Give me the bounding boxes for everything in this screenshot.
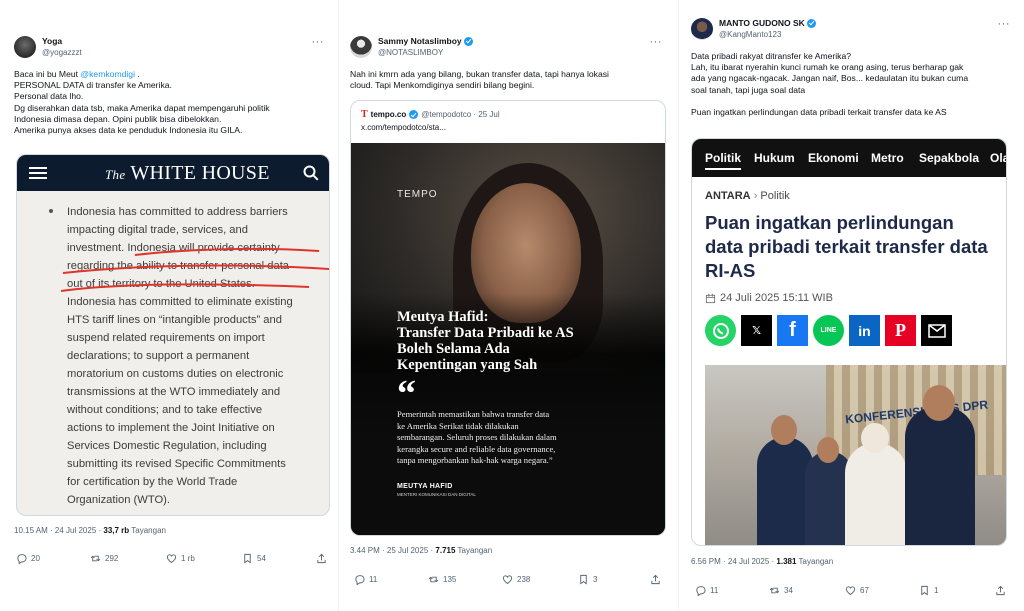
reply-icon bbox=[355, 575, 365, 585]
repost-icon bbox=[769, 587, 780, 594]
display-name[interactable]: Yoga bbox=[42, 36, 62, 46]
facebook-icon: f bbox=[777, 315, 808, 346]
speaker-role: MENTERI KOMUNIKASI DAN DIGITAL bbox=[397, 492, 476, 497]
share-button[interactable] bbox=[995, 585, 1006, 596]
bookmark-button[interactable]: 3 bbox=[578, 574, 597, 585]
image-headline: Meutya Hafid: Transfer Data Pribadi ke A… bbox=[397, 309, 574, 373]
reply-button[interactable]: 20 bbox=[16, 553, 40, 564]
view-count: 1.381 bbox=[776, 557, 797, 566]
image-quote-text: Pemerintah memastikan bahwa transfer dat… bbox=[397, 409, 557, 466]
nav-item-hukum: Hukum bbox=[754, 151, 795, 165]
tweet-actions: 11 34 67 1 bbox=[693, 585, 1014, 599]
press-conference-photo: KONFERENSI PERS DPR bbox=[705, 365, 1006, 545]
like-button[interactable]: 67 bbox=[845, 585, 869, 596]
whatsapp-icon bbox=[705, 315, 736, 346]
user-handle[interactable]: @KangManto123 bbox=[719, 30, 781, 39]
nav-item-ekonomi: Ekonomi bbox=[808, 151, 859, 165]
verified-badge-icon bbox=[409, 110, 419, 119]
nav-item-metro: Metro bbox=[871, 151, 904, 165]
reply-icon bbox=[17, 554, 27, 564]
tweet-yoga[interactable]: Yoga @yogazzzt ··· Baca ini bu Meut @kem… bbox=[0, 0, 338, 611]
quoted-tweet-link[interactable]: x.com/tempodotco/sta... bbox=[361, 123, 446, 132]
tweet-text: Data pribadi rakyat ditransfer ke Amerik… bbox=[691, 51, 969, 117]
share-icon bbox=[651, 574, 660, 585]
tweet-actions: 11 135 238 3 bbox=[352, 574, 666, 588]
reply-button[interactable]: 11 bbox=[354, 574, 377, 585]
red-underline-marks bbox=[60, 247, 329, 292]
attached-image-white-house[interactable]: The WHITE HOUSE Indonesia has committed … bbox=[16, 154, 330, 516]
quoted-tweet-header: T tempo.co @tempodotco · 25 Jul bbox=[361, 109, 500, 120]
linkedin-icon: in bbox=[849, 315, 880, 346]
user-handle[interactable]: @yogazzzt bbox=[42, 48, 82, 57]
mention-link[interactable]: @kemkomdigi bbox=[80, 69, 135, 79]
tempo-quote-image[interactable]: TEMPO Meutya Hafid: Transfer Data Pribad… bbox=[351, 143, 665, 535]
view-count: 7.715 bbox=[435, 546, 456, 555]
verified-badge-icon bbox=[463, 36, 473, 46]
avatar[interactable] bbox=[350, 36, 372, 58]
repost-icon bbox=[428, 576, 439, 583]
repost-button[interactable]: 135 bbox=[428, 574, 456, 585]
like-button[interactable]: 1 rb bbox=[166, 553, 195, 564]
antara-nav-bar: Politik Hukum Ekonomi Metro Sepakbola Ol… bbox=[692, 139, 1006, 177]
tweet-sammy[interactable]: Sammy Notaslimboy @NOTASLIMBOY ··· Nah i… bbox=[338, 0, 676, 611]
nav-item-politik: Politik bbox=[705, 151, 742, 170]
heart-icon bbox=[502, 575, 513, 584]
quote-mark-icon: “ bbox=[397, 373, 416, 415]
share-buttons: 𝕏 f LINE in P bbox=[705, 315, 952, 346]
repost-button[interactable]: 292 bbox=[90, 553, 118, 564]
quoted-tweet[interactable]: T tempo.co @tempodotco · 25 Jul x.com/te… bbox=[350, 100, 666, 536]
verified-badge-icon bbox=[806, 18, 816, 28]
display-name[interactable]: Sammy Notaslimboy bbox=[378, 36, 473, 46]
tweet-header: MANTO GUDONO SK @KangManto123 ··· bbox=[691, 18, 1014, 44]
like-button[interactable]: 238 bbox=[502, 574, 530, 585]
reply-button[interactable]: 11 bbox=[695, 585, 718, 596]
tweet-timestamp: 3.44 PM · 25 Jul 2025 · 7.715 Tayangan bbox=[350, 546, 493, 555]
more-options-icon[interactable]: ··· bbox=[312, 36, 325, 48]
tempo-logo: TEMPO bbox=[397, 189, 438, 200]
tweet-text: Nah ini kmrn ada yang bilang, bukan tran… bbox=[350, 69, 609, 91]
bookmark-button[interactable]: 54 bbox=[242, 553, 266, 564]
bookmark-button[interactable]: 1 bbox=[919, 585, 938, 596]
pinterest-icon: P bbox=[885, 315, 916, 346]
bookmark-icon bbox=[244, 553, 251, 564]
user-handle[interactable]: @NOTASLIMBOY bbox=[378, 48, 443, 57]
share-icon bbox=[996, 585, 1005, 596]
more-options-icon[interactable]: ··· bbox=[998, 18, 1011, 30]
tweet-header: Yoga @yogazzzt ··· bbox=[14, 36, 328, 62]
nav-item-ola: Ola bbox=[990, 151, 1006, 165]
breadcrumb: ANTARA › Politik bbox=[705, 190, 790, 202]
share-button[interactable] bbox=[316, 553, 327, 564]
x-icon: 𝕏 bbox=[741, 315, 772, 346]
article-title: Puan ingatkan perlindungan data pribadi … bbox=[705, 212, 988, 281]
display-name[interactable]: MANTO GUDONO SK bbox=[719, 18, 816, 28]
reply-icon bbox=[696, 586, 706, 596]
tweet-text: Baca ini bu Meut @kemkomdigi . PERSONAL … bbox=[14, 69, 270, 136]
heart-icon bbox=[166, 554, 177, 563]
bookmark-icon bbox=[921, 585, 928, 596]
email-icon bbox=[921, 315, 952, 346]
speaker-name: MEUTYA HAFID bbox=[397, 483, 453, 490]
tweet-timestamp: 6.56 PM · 24 Jul 2025 · 1.381 Tayangan bbox=[691, 557, 834, 566]
attached-image-antara-article[interactable]: Politik Hukum Ekonomi Metro Sepakbola Ol… bbox=[691, 138, 1007, 546]
share-icon bbox=[317, 553, 326, 564]
more-options-icon[interactable]: ··· bbox=[650, 36, 663, 48]
bookmark-icon bbox=[580, 574, 587, 585]
tweet-header: Sammy Notaslimboy @NOTASLIMBOY ··· bbox=[350, 36, 666, 62]
heart-icon bbox=[845, 586, 856, 595]
calendar-icon bbox=[705, 293, 716, 303]
view-count: 33,7 rb bbox=[103, 526, 130, 535]
tempo-avatar-icon: T bbox=[361, 109, 368, 120]
nav-item-sepakbola: Sepakbola bbox=[919, 151, 980, 165]
repost-button[interactable]: 34 bbox=[769, 585, 793, 596]
line-icon: LINE bbox=[813, 315, 844, 346]
share-button[interactable] bbox=[650, 574, 661, 585]
tweet-timestamp: 10.15 AM · 24 Jul 2025 · 33,7 rb Tayanga… bbox=[14, 526, 166, 535]
tweet-manto[interactable]: MANTO GUDONO SK @KangManto123 ··· Data p… bbox=[678, 0, 1024, 611]
avatar[interactable] bbox=[691, 18, 713, 40]
repost-icon bbox=[90, 555, 101, 562]
avatar[interactable] bbox=[14, 36, 36, 58]
article-date: 24 Juli 2025 15:11 WIB bbox=[705, 292, 833, 304]
tweet-actions: 20 292 1 rb 54 bbox=[14, 553, 328, 567]
